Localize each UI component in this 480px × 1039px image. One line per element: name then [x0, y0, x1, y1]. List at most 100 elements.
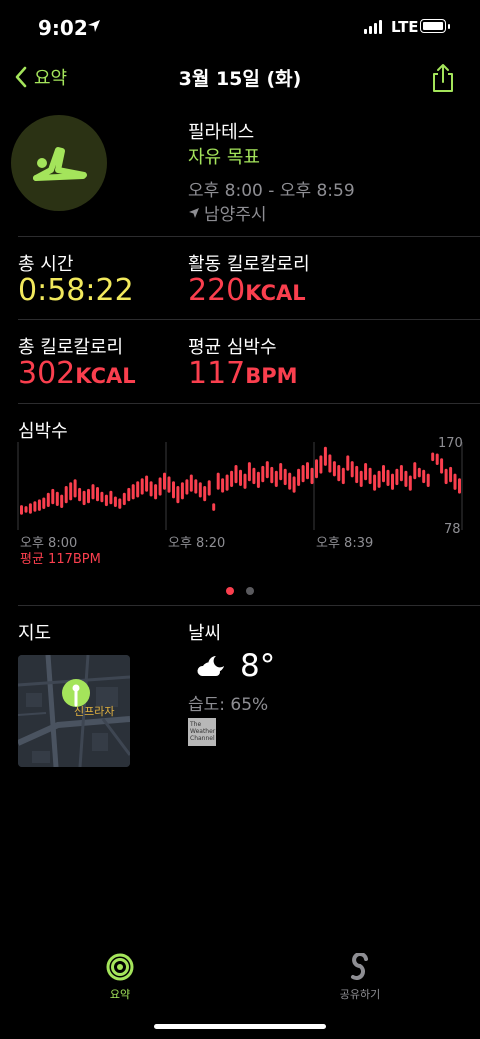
heart-rate-chart[interactable]: [0, 430, 480, 540]
hr-bar: [64, 486, 68, 504]
weather-temperature: 8°: [240, 648, 276, 684]
weather-humidity: 습도: 65%: [188, 695, 269, 715]
hr-bar: [382, 465, 385, 483]
hr-bar: [386, 469, 390, 486]
map-thumbnail[interactable]: 신프라자: [18, 655, 130, 767]
hr-bar: [51, 488, 55, 505]
hr-bar: [283, 468, 287, 486]
total-kcal: 302KCAL: [18, 356, 136, 391]
hr-time-label: 오후 8:39: [316, 536, 374, 551]
hr-bar: [373, 474, 377, 491]
hr-bar: [180, 482, 184, 500]
page-title: 3월 15일 (화): [178, 68, 302, 90]
hr-bar: [310, 467, 314, 485]
hr-bar: [203, 486, 207, 502]
hr-bar: [346, 455, 350, 471]
divider: [18, 236, 480, 237]
hr-bar: [136, 481, 140, 498]
share-icon[interactable]: [428, 62, 458, 94]
hr-bar: [377, 470, 381, 488]
hr-bar: [207, 480, 211, 496]
hr-bar: [350, 461, 354, 478]
hr-bar: [426, 473, 430, 487]
hr-bar: [440, 458, 444, 474]
hr-bar: [140, 478, 144, 495]
hr-bar: [216, 472, 220, 490]
hr-bar: [399, 465, 403, 482]
hr-bar: [42, 497, 46, 509]
hr-bar: [297, 468, 301, 486]
tab-summary[interactable]: 요약: [97, 953, 143, 1002]
hr-bar: [395, 468, 399, 486]
workout-name: 필라테스: [188, 122, 255, 143]
hr-bar: [391, 473, 394, 490]
hr-bar: [24, 506, 28, 513]
hr-max-label: 170: [438, 436, 463, 451]
location-text: 남양주시: [204, 205, 267, 225]
hr-bar: [55, 491, 59, 506]
network-type: LTE: [391, 18, 419, 36]
active-kcal-value: 220: [188, 273, 246, 308]
partly-cloudy-night-icon: [197, 656, 224, 676]
hr-bar: [337, 465, 341, 482]
hr-bar: [33, 501, 37, 512]
signal-icon: [364, 20, 382, 34]
hr-bar: [417, 467, 421, 478]
page-dot-active: [226, 587, 234, 595]
divider: [18, 605, 480, 606]
hr-bar: [37, 499, 41, 511]
activity-rings-icon: [106, 953, 134, 981]
total-time-value: 0:58:22: [18, 273, 134, 308]
hr-bar: [252, 467, 256, 485]
hr-bar: [449, 466, 453, 483]
total-kcal-value: 302: [18, 356, 76, 391]
hr-bar: [292, 476, 296, 493]
hr-bar: [149, 481, 153, 497]
hr-bar: [212, 503, 216, 511]
hr-bar: [46, 492, 50, 507]
hr-average: 평균 117BPM: [20, 552, 101, 567]
avg-hr-value: 117: [188, 356, 246, 391]
hr-bar: [221, 478, 225, 493]
hr-bar: [230, 470, 234, 487]
hr-bar: [91, 484, 95, 500]
divider: [18, 319, 480, 320]
hr-bar: [145, 475, 149, 492]
page-indicator[interactable]: [226, 587, 254, 595]
hr-bar: [172, 481, 175, 499]
hr-bar: [458, 478, 461, 494]
active-kcal: 220KCAL: [188, 273, 306, 308]
hr-bar: [319, 455, 323, 474]
hr-bar: [261, 465, 265, 483]
avg-hr-unit: BPM: [245, 364, 298, 388]
status-time: 9:02: [38, 16, 88, 40]
battery-icon: [420, 19, 446, 33]
hr-bar: [435, 453, 439, 465]
weather-channel-logo: The Weather Channel: [188, 718, 216, 746]
hr-bar: [288, 472, 292, 490]
workout-location: 남양주시: [188, 200, 267, 225]
hr-bar: [20, 505, 23, 515]
hr-bar: [328, 454, 332, 473]
hr-bar: [28, 503, 32, 514]
hr-bar: [453, 473, 457, 490]
hr-bar: [60, 494, 64, 508]
hr-bar: [87, 488, 90, 504]
hr-bar: [413, 462, 417, 480]
hr-bar: [270, 466, 274, 484]
hr-bar: [82, 490, 86, 506]
tab-sharing[interactable]: 공유하기: [330, 953, 390, 1002]
home-indicator: [154, 1024, 326, 1029]
hr-bar: [131, 484, 135, 500]
hr-bar: [194, 479, 198, 494]
weather-label: 날씨: [188, 623, 222, 644]
hr-bar: [69, 482, 73, 501]
hr-bar: [368, 467, 372, 485]
hr-bar: [73, 479, 77, 498]
hr-bar: [118, 498, 122, 509]
hr-bar: [431, 452, 435, 462]
hr-bar: [239, 469, 242, 486]
map-pin-icon: [62, 679, 90, 707]
avg-hr: 117BPM: [188, 356, 298, 391]
hr-bar: [78, 487, 82, 502]
